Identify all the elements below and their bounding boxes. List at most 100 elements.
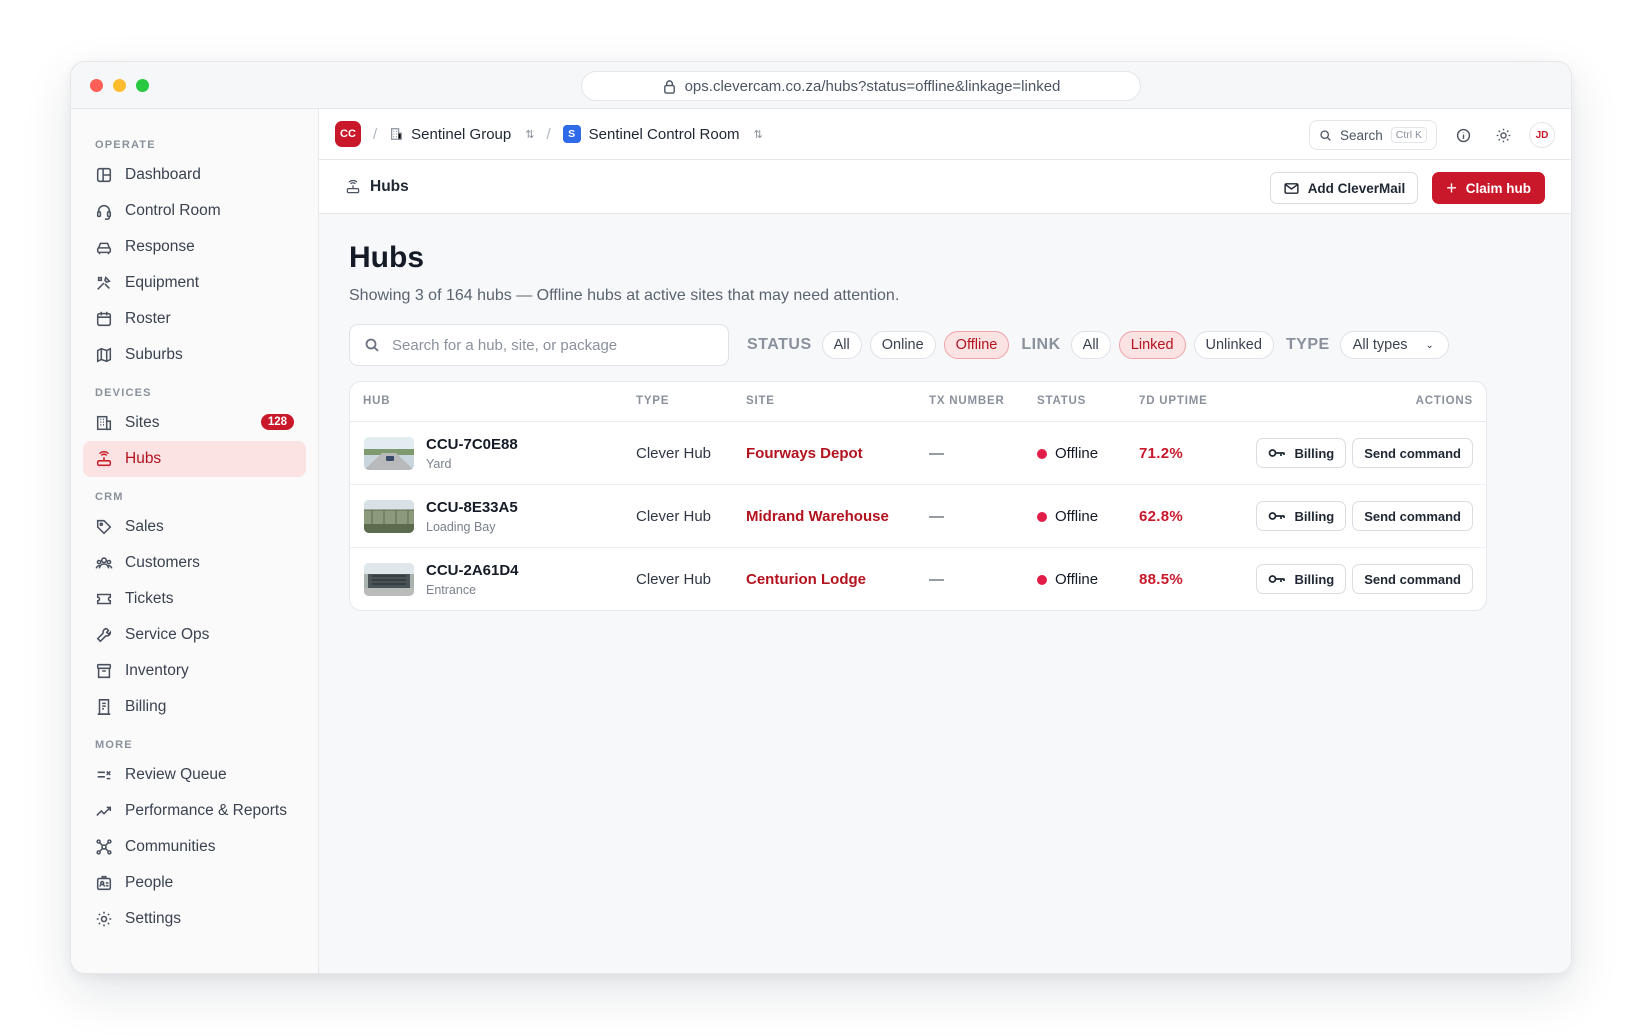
address-bar[interactable]: ops.clevercam.co.za/hubs?status=offline&…	[581, 71, 1141, 101]
id-badge-icon	[96, 875, 112, 891]
org-logo-badge[interactable]: CC	[335, 121, 361, 147]
mail-icon	[1284, 182, 1299, 194]
chevron-up-down-icon: ⇅	[753, 128, 763, 141]
column-header-uptime[interactable]: 7D UPTIME	[1139, 395, 1208, 407]
router-icon	[96, 451, 112, 467]
section-label-more: MORE	[95, 739, 133, 751]
info-button[interactable]	[1449, 121, 1477, 149]
sidebar-item-tickets[interactable]: Tickets	[83, 581, 306, 617]
status-filter-online[interactable]: Online	[869, 331, 936, 359]
hub-id[interactable]: CCU-8E33A5	[426, 499, 518, 516]
hub-id[interactable]: CCU-2A61D4	[426, 562, 519, 579]
billing-button[interactable]: Billing	[1256, 438, 1347, 468]
sidebar-item-communities[interactable]: Communities	[83, 829, 306, 865]
page-subtitle: Showing 3 of 164 hubs — Offline hubs at …	[349, 287, 900, 304]
send-command-button[interactable]: Send command	[1352, 564, 1473, 594]
review-icon	[97, 770, 111, 780]
global-search-button[interactable]: Search Ctrl K	[1308, 120, 1437, 150]
gear-icon	[96, 911, 112, 927]
tx-number: —	[929, 508, 944, 525]
section-label-operate: OPERATE	[95, 139, 156, 151]
claim-hub-button[interactable]: + Claim hub	[1432, 172, 1545, 204]
table-row[interactable]: CCU-7C0E88 Yard Clever Hub Fourways Depo…	[350, 422, 1486, 485]
sidebar-item-equipment[interactable]: Equipment	[83, 265, 306, 301]
sidebar-item-billing[interactable]: Billing	[83, 689, 306, 725]
sidebar-item-customers[interactable]: Customers	[83, 545, 306, 581]
maximize-window-button[interactable]	[136, 79, 149, 92]
site-link[interactable]: Fourways Depot	[746, 445, 863, 462]
sidebar-item-service-ops[interactable]: Service Ops	[83, 617, 306, 653]
sidebar-item-hubs[interactable]: Hubs	[83, 441, 306, 477]
page-header-bar: Hubs Add CleverMail + Claim hub	[319, 160, 1571, 214]
hub-id[interactable]: CCU-7C0E88	[426, 436, 518, 453]
chevron-down-icon: ⌄	[1425, 339, 1434, 351]
section-label-crm: CRM	[95, 491, 124, 503]
section-label-devices: DEVICES	[95, 387, 152, 399]
browser-window: ops.clevercam.co.za/hubs?status=offline&…	[71, 62, 1571, 973]
hub-camera-thumbnail	[364, 500, 414, 533]
sidebar-item-dashboard[interactable]: Dashboard	[83, 157, 306, 193]
org-switcher[interactable]: Sentinel Group ⇅	[389, 126, 534, 143]
receipt-icon	[97, 699, 111, 715]
sidebar-item-settings[interactable]: Settings	[83, 901, 306, 937]
column-header-site[interactable]: SITE	[746, 395, 775, 407]
uptime-value: 88.5%	[1139, 571, 1184, 588]
minimize-window-button[interactable]	[113, 79, 126, 92]
tools-icon	[97, 276, 111, 290]
uptime-value: 71.2%	[1139, 445, 1184, 462]
table-row[interactable]: CCU-8E33A5 Loading Bay Clever Hub Midran…	[350, 485, 1486, 548]
status-filter-offline[interactable]: Offline	[943, 331, 1010, 359]
sidebar-item-people[interactable]: People	[83, 865, 306, 901]
map-icon	[96, 347, 112, 363]
sidebar-item-sales[interactable]: Sales	[83, 509, 306, 545]
sidebar-item-suburbs[interactable]: Suburbs	[83, 337, 306, 373]
status-indicator: Offline	[1037, 445, 1098, 462]
theme-toggle-button[interactable]	[1489, 121, 1517, 149]
plus-icon: +	[1446, 178, 1457, 198]
hub-location: Entrance	[426, 583, 477, 597]
site-link[interactable]: Midrand Warehouse	[746, 508, 889, 525]
type-filter-select[interactable]: All types ⌄	[1339, 331, 1449, 359]
status-filter-all[interactable]: All	[821, 331, 862, 359]
send-command-button[interactable]: Send command	[1352, 501, 1473, 531]
sidebar-item-control-room[interactable]: Control Room	[83, 193, 306, 229]
billing-button[interactable]: Billing	[1256, 501, 1347, 531]
send-command-button[interactable]: Send command	[1352, 438, 1473, 468]
billing-button[interactable]: Billing	[1256, 564, 1347, 594]
key-icon	[1269, 449, 1286, 457]
column-header-type[interactable]: TYPE	[636, 395, 669, 407]
sidebar-item-roster[interactable]: Roster	[83, 301, 306, 337]
search-icon	[365, 338, 379, 352]
users-icon	[95, 557, 113, 569]
add-clevermail-button[interactable]: Add CleverMail	[1269, 172, 1419, 204]
sidebar-item-performance-reports[interactable]: Performance & Reports	[83, 793, 306, 829]
page-breadcrumb: Hubs	[345, 178, 409, 196]
sidebar-item-inventory[interactable]: Inventory	[83, 653, 306, 689]
workspace-switcher[interactable]: S Sentinel Control Room ⇅	[562, 125, 763, 143]
sidebar-item-response[interactable]: Response	[83, 229, 306, 265]
sidebar-item-sites[interactable]: Sites 128	[83, 405, 306, 441]
table-row[interactable]: CCU-2A61D4 Entrance Clever Hub Centurion…	[350, 548, 1486, 610]
status-dot	[1037, 511, 1047, 522]
link-filter-unlinked[interactable]: Unlinked	[1193, 331, 1274, 359]
network-icon	[96, 839, 112, 855]
column-header-tx-number[interactable]: TX NUMBER	[929, 395, 1005, 407]
hub-type: Clever Hub	[636, 508, 712, 525]
lock-icon	[663, 79, 675, 94]
calendar-icon	[96, 311, 112, 327]
status-dot	[1037, 448, 1047, 459]
hub-camera-thumbnail	[364, 563, 414, 596]
hub-location: Yard	[426, 457, 452, 471]
hub-search-input[interactable]: Search for a hub, site, or package	[349, 324, 729, 366]
close-window-button[interactable]	[90, 79, 103, 92]
user-avatar[interactable]: JD	[1529, 122, 1555, 148]
site-link[interactable]: Centurion Lodge	[746, 571, 866, 588]
link-filter-linked[interactable]: Linked	[1118, 331, 1186, 359]
column-header-hub[interactable]: HUB	[363, 395, 390, 407]
hub-type: Clever Hub	[636, 571, 712, 588]
column-header-status[interactable]: STATUS	[1037, 395, 1086, 407]
sidebar-item-review-queue[interactable]: Review Queue	[83, 757, 306, 793]
trend-icon	[96, 806, 112, 817]
link-filter-all[interactable]: All	[1070, 331, 1111, 359]
info-icon	[1456, 128, 1470, 142]
